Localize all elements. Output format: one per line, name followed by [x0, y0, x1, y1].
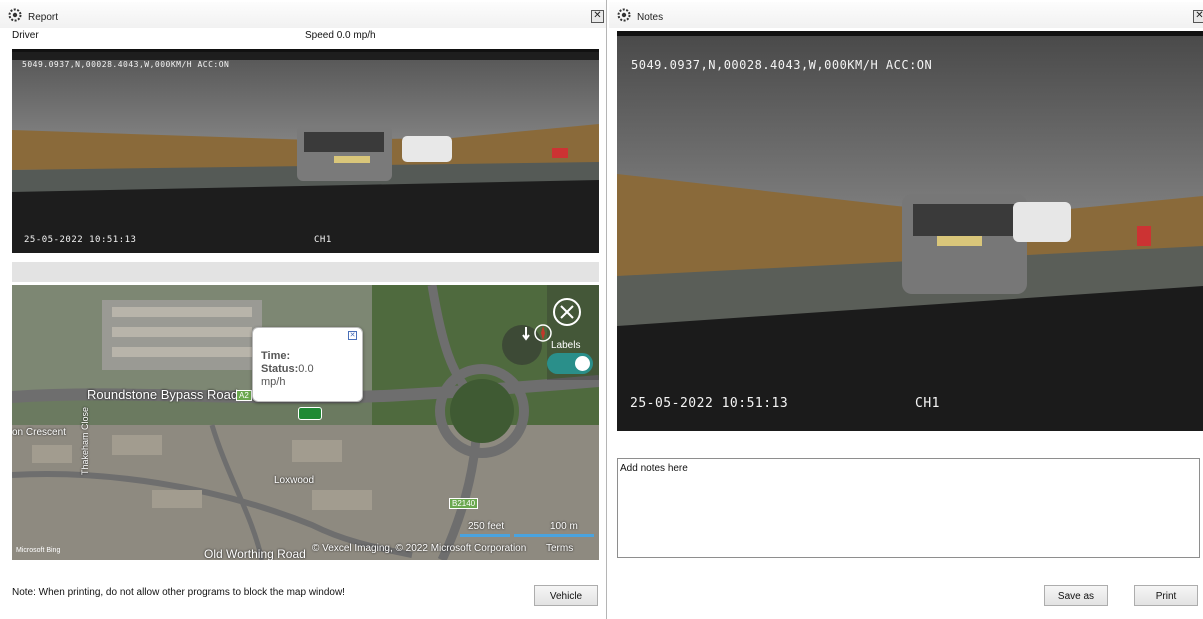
notes-titlebar: Notes ✕: [609, 2, 1203, 28]
camera-timestamp: 25-05-2022 10:51:13: [24, 235, 137, 245]
scale-m: 100 m: [550, 521, 578, 532]
map-popup: ✕ Time: Status:0.0 mp/h: [252, 327, 363, 402]
notes-textarea[interactable]: Add notes here: [617, 458, 1200, 558]
bing-logo: Microsoft Bing: [16, 547, 61, 554]
road-badge-a2: A2: [236, 390, 252, 401]
gear-icon: [617, 8, 631, 22]
popup-close-icon[interactable]: ✕: [348, 331, 357, 340]
report-titlebar: Report ✕: [0, 2, 606, 28]
road-thakeham: Thakeham Close: [80, 406, 90, 475]
road-loxwood: Loxwood: [274, 475, 315, 486]
map-header-bar: [12, 262, 599, 282]
camera-coords-overlay: 5049.0937,N,00028.4043,W,000KM/H ACC:ON: [22, 60, 230, 69]
footer-note: Note: When printing, do not allow other …: [12, 587, 345, 598]
driver-label: Driver: [12, 30, 39, 41]
report-panel: Report ✕ Driver Speed 0.0 mp/h 5049.0937…: [0, 0, 607, 619]
road-crescent: on Crescent: [12, 427, 66, 438]
camera-timestamp: 25-05-2022 10:51:13: [630, 396, 789, 411]
gear-icon: [8, 8, 22, 22]
camera-scene: [617, 36, 1203, 431]
toggle-knob: [575, 356, 590, 371]
scale-bar-m: [514, 534, 594, 537]
road-badge-b2140: B2140: [449, 498, 479, 509]
map-copyright: © Vexcel Imaging, © 2022 Microsoft Corpo…: [312, 543, 527, 554]
popup-time: Time:: [261, 350, 291, 362]
report-camera-frame: 5049.0937,N,00028.4043,W,000KM/H ACC:ON …: [12, 52, 599, 253]
vehicle-marker-icon[interactable]: [298, 407, 322, 420]
notes-camera-frame: 5049.0937,N,00028.4043,W,000KM/H ACC:ON …: [617, 36, 1203, 431]
road-roundstone: Roundstone Bypass Road: [87, 387, 239, 402]
scale-bar-feet: [460, 534, 510, 537]
print-button[interactable]: Print: [1134, 585, 1198, 606]
camera-scene: [12, 52, 599, 253]
report-title: Report: [28, 12, 59, 23]
map-terms[interactable]: Terms: [546, 543, 573, 554]
speed-text: Speed 0.0 mp/h: [305, 30, 376, 41]
notes-close-icon[interactable]: ✕: [1193, 10, 1203, 23]
labels-toggle[interactable]: [547, 353, 593, 374]
notes-title: Notes: [637, 12, 664, 23]
popup-unit: mp/h: [261, 376, 286, 388]
labels-toggle-label: Labels: [551, 340, 581, 351]
camera-coords-overlay: 5049.0937,N,00028.4043,W,000KM/H ACC:ON: [631, 58, 933, 72]
camera-channel: CH1: [915, 396, 940, 411]
camera-channel: CH1: [314, 235, 332, 245]
report-close-icon[interactable]: ✕: [591, 10, 604, 23]
road-worthing: Old Worthing Road: [204, 547, 306, 560]
save-as-button[interactable]: Save as: [1044, 585, 1108, 606]
vehicle-button[interactable]: Vehicle: [534, 585, 598, 606]
scale-feet: 250 feet: [468, 521, 505, 532]
popup-status: Status:0.0: [261, 363, 314, 375]
